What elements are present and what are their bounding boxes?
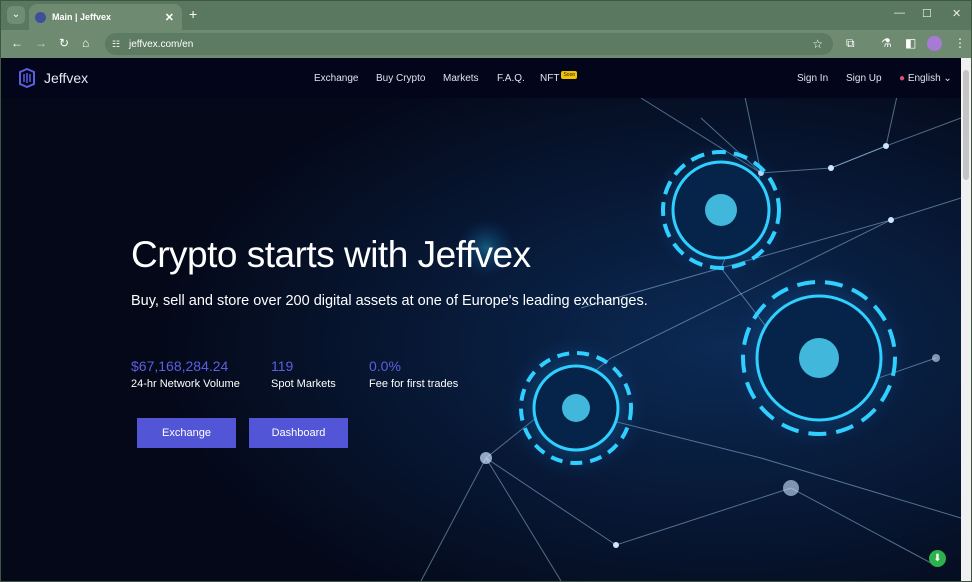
tab-title: Main | Jeffvex [52, 12, 112, 22]
tab-search-button[interactable]: ⌄ [7, 6, 25, 24]
exchange-button[interactable]: Exchange [137, 418, 236, 448]
stat-markets: 119 Spot Markets [271, 358, 336, 390]
stat-fee: 0.0% Fee for first trades [369, 358, 458, 390]
forward-icon[interactable]: → [35, 36, 47, 50]
download-arrow-icon[interactable]: ⬇ [929, 550, 946, 567]
chevron-down-icon: ⌄ [943, 73, 952, 84]
nav-exchange[interactable]: Exchange [314, 73, 358, 84]
jeffvex-logo-icon [19, 68, 35, 88]
profile-avatar[interactable] [927, 36, 942, 51]
hero-title: Crypto starts with Jeffvex [131, 234, 531, 275]
nav-nft[interactable]: NFT Soon [540, 71, 578, 84]
url-text: jeffvex.com/en [129, 38, 194, 50]
reload-icon[interactable]: ↻ [59, 36, 69, 50]
site-navbar: Jeffvex Exchange Buy Crypto Markets F.A.… [1, 58, 961, 98]
cardano-coin-3 [506, 338, 646, 478]
close-tab-icon[interactable]: ✕ [165, 11, 174, 24]
stat-value: $67,168,284.24 [131, 358, 229, 374]
side-panel-icon[interactable]: ◧ [905, 36, 916, 50]
browser-toolbar: ← → ↻ ⌂ ☷ jeffvex.com/en ☆ ⧉ ⚗ ◧ ⋮ [1, 30, 971, 58]
labs-flask-icon[interactable]: ⚗ [881, 36, 892, 50]
flag-icon: ● [899, 73, 906, 84]
page-scrollbar[interactable] [961, 58, 971, 581]
scrollbar-thumb[interactable] [963, 70, 969, 180]
brand-logo[interactable]: Jeffvex [18, 68, 88, 88]
home-icon[interactable]: ⌂ [82, 36, 89, 50]
extensions-icon[interactable]: ⧉ [846, 36, 855, 51]
nav-markets[interactable]: Markets [443, 73, 479, 84]
cardano-coin-2 [729, 268, 909, 448]
sign-up-link[interactable]: Sign Up [846, 73, 882, 84]
maximize-icon[interactable]: ☐ [922, 7, 932, 20]
bookmark-star-icon[interactable]: ☆ [812, 37, 823, 51]
network-background-image [1, 58, 961, 581]
close-window-icon[interactable]: ✕ [952, 7, 961, 20]
nav-faq[interactable]: F.A.Q. [497, 73, 525, 84]
stat-value: 0.0% [369, 358, 401, 374]
stat-label: Spot Markets [271, 378, 336, 390]
language-label: English [907, 73, 941, 84]
nav-buy-crypto[interactable]: Buy Crypto [376, 73, 425, 84]
language-selector[interactable]: ● English ⌄ [899, 73, 952, 84]
stat-volume: $67,168,284.24 24-hr Network Volume [131, 358, 240, 390]
stat-value: 119 [271, 358, 294, 374]
new-tab-button[interactable]: + [189, 6, 197, 22]
address-bar[interactable]: ☷ jeffvex.com/en ☆ [105, 33, 833, 55]
browser-tab[interactable]: Main | Jeffvex ✕ [29, 4, 182, 30]
site-info-icon[interactable]: ☷ [112, 39, 120, 50]
stat-label: 24-hr Network Volume [131, 378, 240, 390]
stat-label: Fee for first trades [369, 378, 459, 390]
dashboard-button[interactable]: Dashboard [249, 418, 348, 448]
favicon-icon [35, 11, 46, 23]
cardano-coin-1 [651, 140, 791, 280]
menu-kebab-icon[interactable]: ⋮ [954, 36, 966, 50]
hero-subtitle: Buy, sell and store over 200 digital ass… [131, 293, 648, 309]
back-icon[interactable]: ← [11, 36, 23, 50]
minimize-icon[interactable]: — [894, 7, 905, 19]
nav-nft-label: NFT [540, 73, 560, 84]
web-page: Jeffvex Exchange Buy Crypto Markets F.A.… [1, 58, 961, 581]
tab-strip: ⌄ Main | Jeffvex ✕ + — ☐ ✕ [1, 1, 971, 30]
soon-badge: Soon [561, 71, 578, 79]
sign-in-link[interactable]: Sign In [797, 73, 828, 84]
brand-name: Jeffvex [44, 70, 89, 86]
